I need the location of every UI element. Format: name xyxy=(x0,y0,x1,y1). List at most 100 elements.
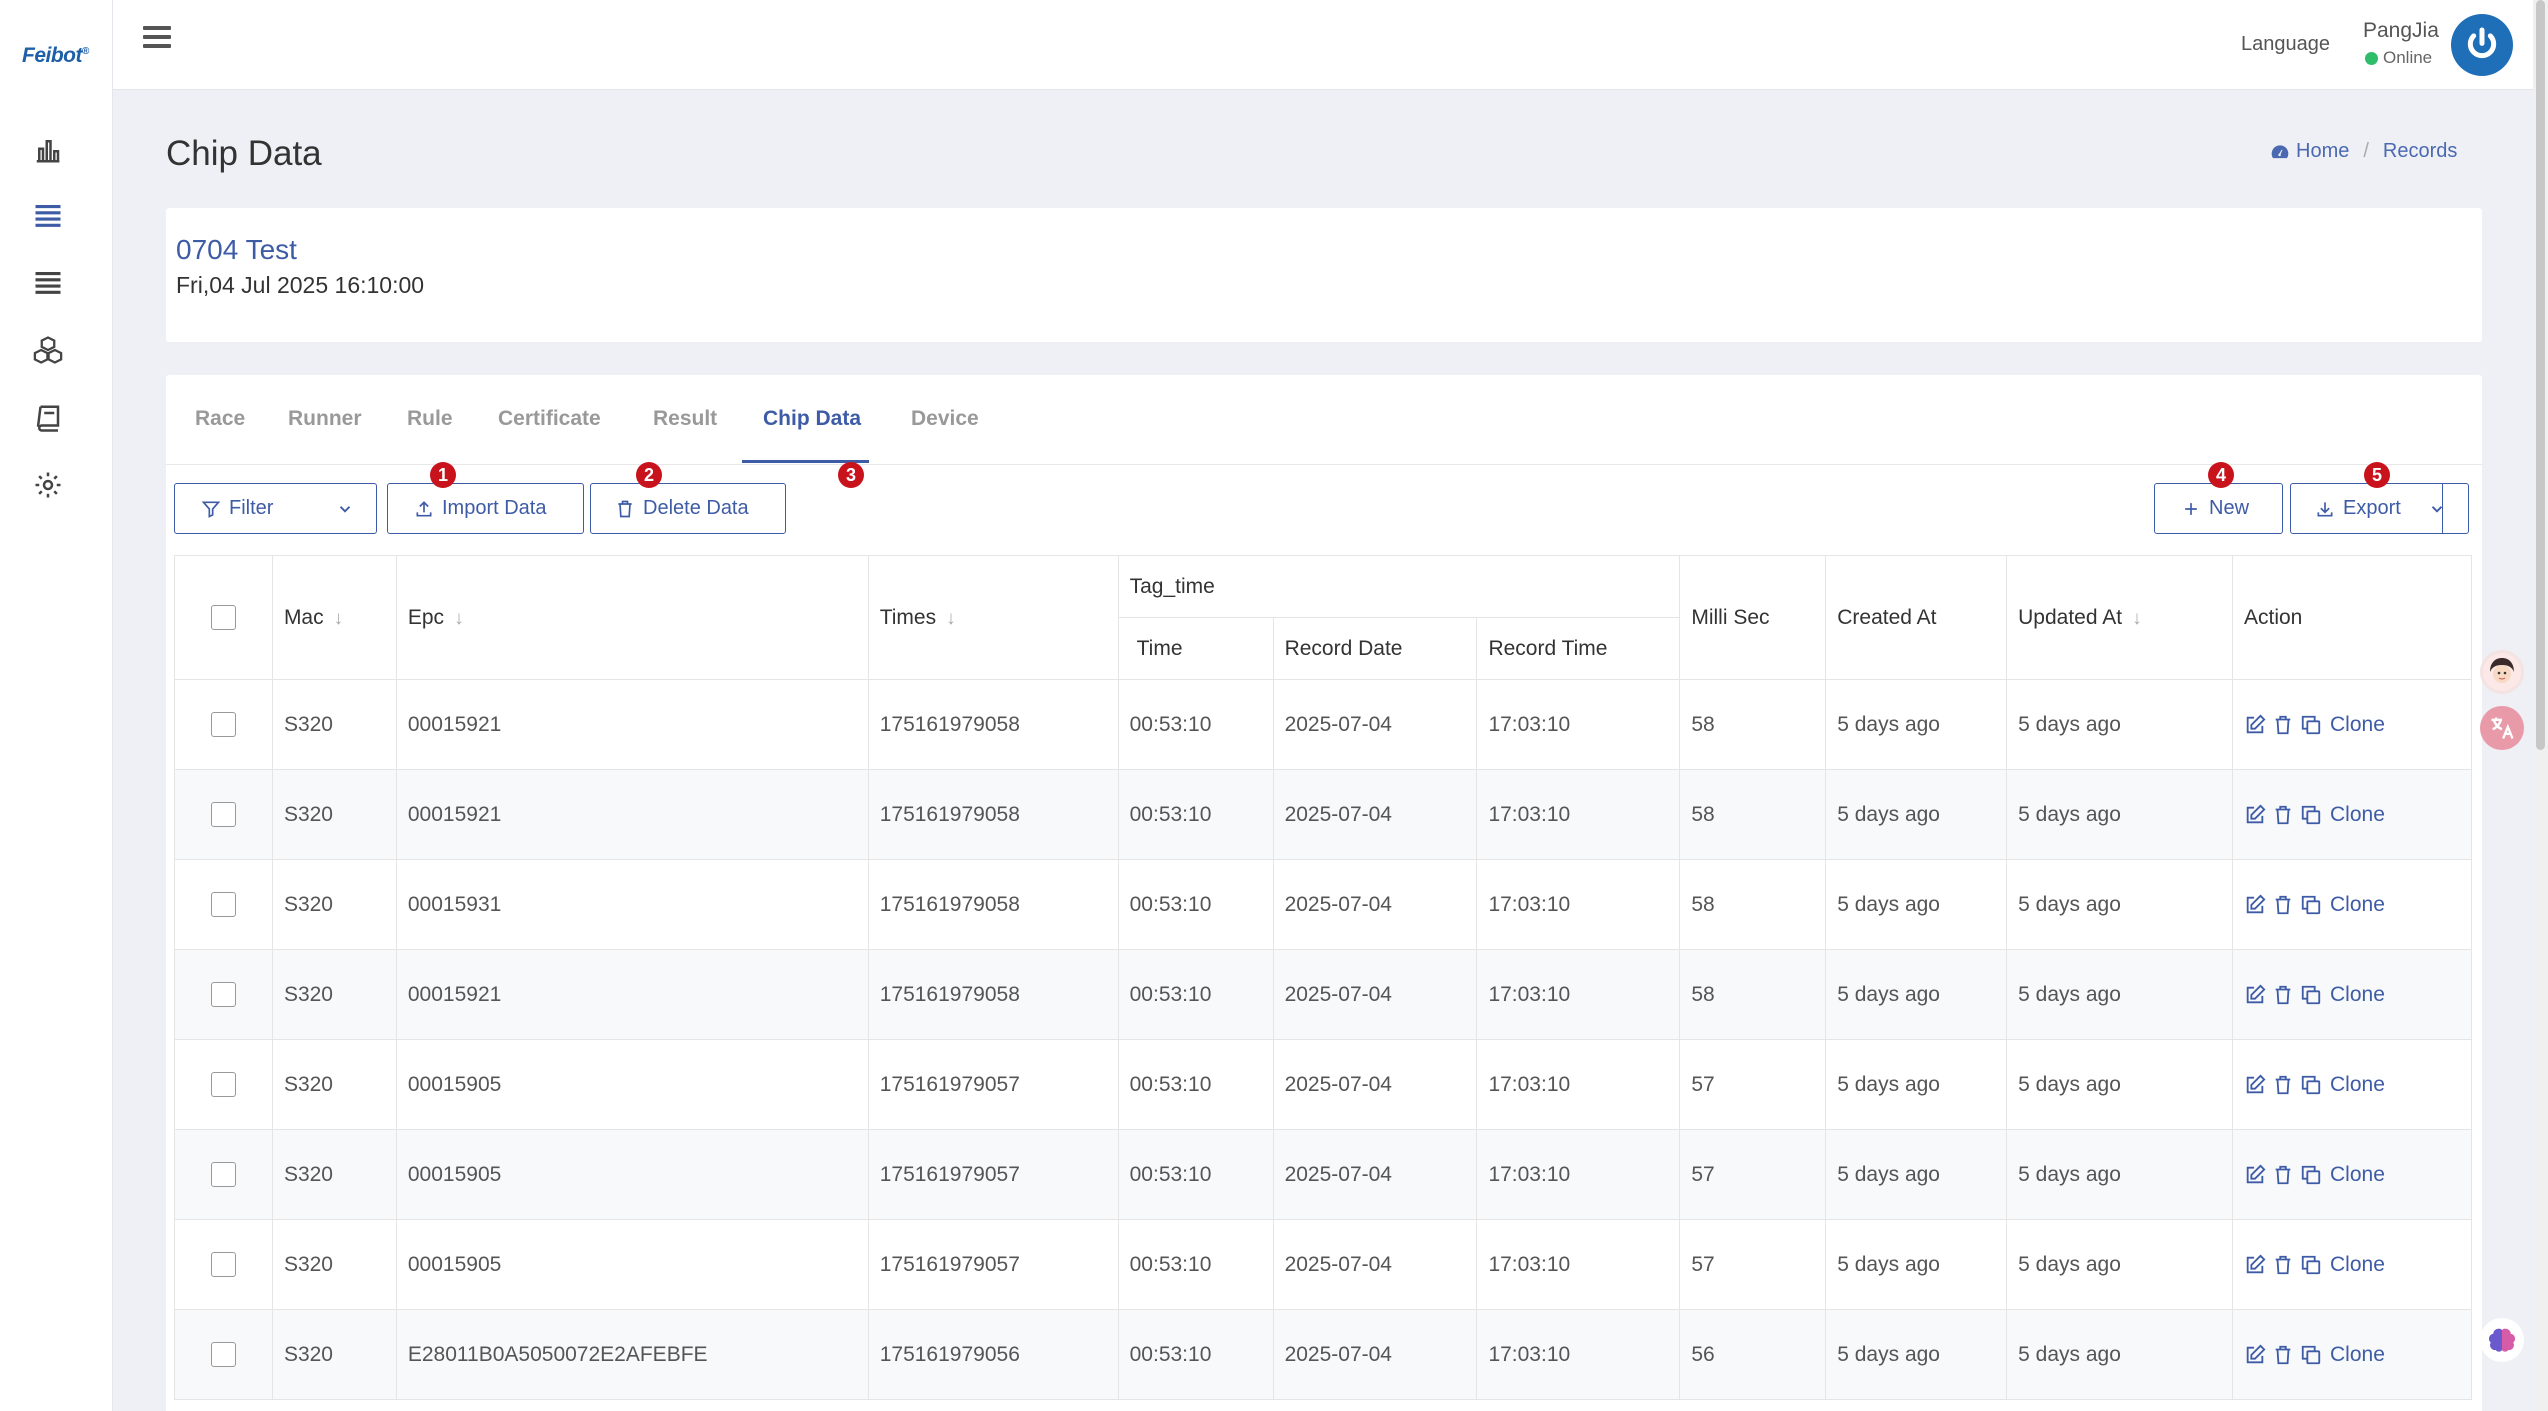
race-name[interactable]: 0704 Test xyxy=(176,234,297,266)
clone-link[interactable]: Clone xyxy=(2330,1343,2385,1367)
cell-times: 175161979056 xyxy=(867,1309,1119,1400)
row-checkbox[interactable] xyxy=(210,982,236,1007)
edit-icon[interactable] xyxy=(2244,1254,2266,1276)
clone-link[interactable]: Clone xyxy=(2330,983,2385,1007)
translate-button[interactable] xyxy=(2480,706,2524,750)
export-label: Export xyxy=(2343,497,2401,519)
col-times[interactable]: Times ↓ xyxy=(867,555,1119,680)
sort-arrow-icon[interactable]: ↓ xyxy=(454,608,464,630)
sidebar-item-docs[interactable] xyxy=(30,400,66,436)
menu-toggle-icon[interactable] xyxy=(143,26,171,52)
breadcrumb-current[interactable]: Records xyxy=(2383,140,2457,163)
sidebar-item-settings[interactable] xyxy=(30,467,66,503)
clone-link[interactable]: Clone xyxy=(2330,1073,2385,1097)
cell-record-date: 2025-07-04 xyxy=(1272,859,1478,950)
clone-icon[interactable] xyxy=(2300,1164,2322,1186)
language-menu[interactable]: Language xyxy=(2241,33,2330,56)
trash-icon[interactable] xyxy=(2272,1074,2294,1096)
edit-icon[interactable] xyxy=(2244,894,2266,916)
sidebar-item-dashboard[interactable] xyxy=(30,132,66,168)
new-button[interactable]: New xyxy=(2154,483,2283,534)
trash-icon[interactable] xyxy=(2272,894,2294,916)
tab-certificate[interactable]: Certificate xyxy=(498,407,601,431)
gear-icon xyxy=(35,472,61,498)
sidebar-item-records[interactable] xyxy=(30,197,66,233)
breadcrumb-home[interactable]: Home xyxy=(2296,140,2349,163)
trash-icon[interactable] xyxy=(2272,714,2294,736)
list-icon xyxy=(35,205,61,227)
cell-times: 175161979058 xyxy=(867,769,1119,860)
sort-arrow-icon[interactable]: ↓ xyxy=(2132,608,2142,630)
badge-2: 2 xyxy=(636,462,662,488)
col-updated-at[interactable]: Updated At ↓ xyxy=(2006,555,2233,680)
trash-icon[interactable] xyxy=(2272,1164,2294,1186)
col-mac[interactable]: Mac ↓ xyxy=(271,555,397,680)
clone-icon[interactable] xyxy=(2300,1074,2322,1096)
cell-created-at: 5 days ago xyxy=(1825,1039,2008,1130)
clone-icon[interactable] xyxy=(2300,984,2322,1006)
cell-milli-sec: 56 xyxy=(1679,1309,1827,1400)
row-checkbox[interactable] xyxy=(210,1162,236,1187)
assistant-avatar-icon xyxy=(2483,653,2521,691)
clone-icon[interactable] xyxy=(2300,804,2322,826)
import-data-button[interactable]: Import Data xyxy=(387,483,584,534)
row-select-cell xyxy=(174,949,273,1040)
select-all-checkbox[interactable] xyxy=(210,605,236,630)
tab-rule[interactable]: Rule xyxy=(407,407,453,431)
clone-icon[interactable] xyxy=(2300,1344,2322,1366)
row-checkbox[interactable] xyxy=(210,712,236,737)
sort-arrow-icon[interactable]: ↓ xyxy=(946,608,956,630)
tab-runner[interactable]: Runner xyxy=(288,407,362,431)
clone-icon[interactable] xyxy=(2300,714,2322,736)
edit-icon[interactable] xyxy=(2244,714,2266,736)
clone-icon[interactable] xyxy=(2300,894,2322,916)
filter-button[interactable]: Filter xyxy=(174,483,377,534)
sidebar-item-list[interactable] xyxy=(30,264,66,300)
clone-icon[interactable] xyxy=(2300,1254,2322,1276)
edit-icon[interactable] xyxy=(2244,804,2266,826)
tab-chip-data[interactable]: Chip Data xyxy=(763,407,861,431)
row-checkbox[interactable] xyxy=(210,1252,236,1277)
edit-icon[interactable] xyxy=(2244,1074,2266,1096)
row-checkbox[interactable] xyxy=(210,802,236,827)
row-checkbox[interactable] xyxy=(210,1342,236,1367)
table-row: S320 E28011B0A5050072E2AFEBFE 175161979056… xyxy=(174,1309,2472,1400)
col-epc[interactable]: Epc ↓ xyxy=(395,555,869,680)
brand-logo[interactable]: Feibot® xyxy=(22,44,89,68)
ai-brain-button[interactable] xyxy=(2480,1318,2524,1362)
table-row: S320 00015905 175161979057 00:53:10 2025-07-… xyxy=(174,1039,2472,1130)
clone-link[interactable]: Clone xyxy=(2330,713,2385,737)
trash-icon[interactable] xyxy=(2272,804,2294,826)
cell-milli-sec: 57 xyxy=(1679,1219,1827,1310)
power-avatar-button[interactable] xyxy=(2451,14,2513,76)
trash-icon[interactable] xyxy=(2272,1344,2294,1366)
delete-data-button[interactable]: Delete Data xyxy=(590,483,786,534)
edit-icon[interactable] xyxy=(2244,984,2266,1006)
chevron-down-icon[interactable] xyxy=(2428,500,2446,518)
brand-name: Feibot xyxy=(22,44,83,67)
cell-epc: 00015905 xyxy=(395,1039,869,1130)
user-name[interactable]: PangJia xyxy=(2363,19,2439,43)
tab-race[interactable]: Race xyxy=(195,407,245,431)
clone-link[interactable]: Clone xyxy=(2330,893,2385,917)
sidebar-item-devices[interactable] xyxy=(30,332,66,368)
sort-arrow-icon[interactable]: ↓ xyxy=(334,608,344,630)
export-split-divider xyxy=(2442,483,2443,534)
row-checkbox[interactable] xyxy=(210,1072,236,1097)
edit-icon[interactable] xyxy=(2244,1344,2266,1366)
clone-link[interactable]: Clone xyxy=(2330,1253,2385,1277)
tab-result[interactable]: Result xyxy=(653,407,717,431)
cell-mac: S320 xyxy=(271,1129,397,1220)
cell-action: Clone xyxy=(2232,859,2472,950)
scrollbar-thumb[interactable] xyxy=(2536,0,2545,750)
filter-icon xyxy=(201,501,221,518)
trash-icon[interactable] xyxy=(2272,984,2294,1006)
edit-icon[interactable] xyxy=(2244,1164,2266,1186)
clone-link[interactable]: Clone xyxy=(2330,803,2385,827)
assistant-avatar-button[interactable] xyxy=(2480,650,2524,694)
chevron-down-icon[interactable] xyxy=(336,500,354,518)
trash-icon[interactable] xyxy=(2272,1254,2294,1276)
clone-link[interactable]: Clone xyxy=(2330,1163,2385,1187)
tab-device[interactable]: Device xyxy=(911,407,979,431)
row-checkbox[interactable] xyxy=(210,892,236,917)
